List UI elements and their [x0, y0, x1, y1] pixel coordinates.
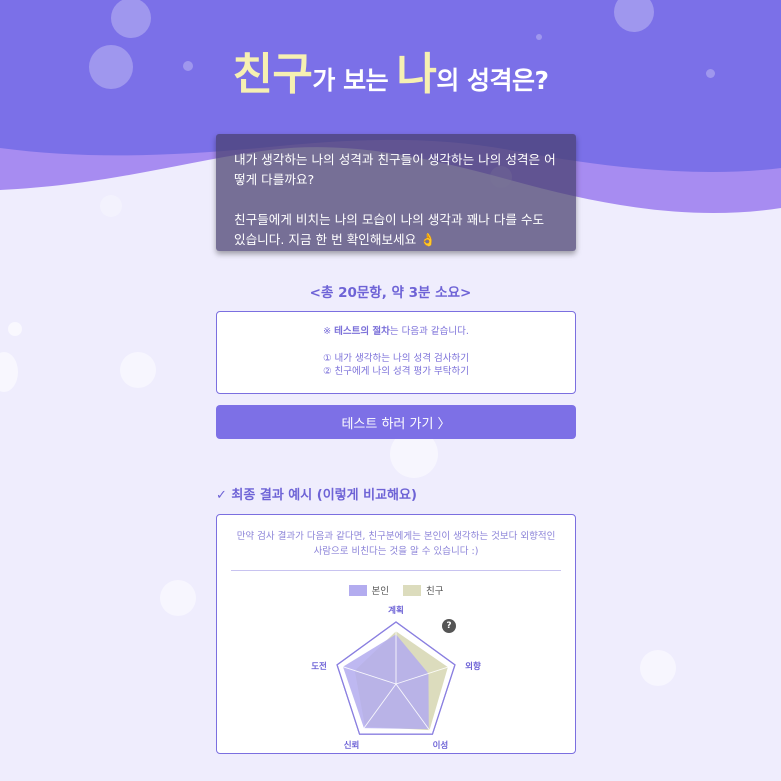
procedure-suffix: 는 다음과 같습니다.: [389, 326, 469, 337]
decor-bubble: [640, 650, 676, 686]
decor-bubble: [8, 322, 22, 336]
legend-item-friend[interactable]: 친구: [403, 583, 443, 597]
radar-axis-label-3: 신뢰: [344, 740, 360, 749]
legend-swatch-friend: [403, 584, 421, 596]
divider: [231, 570, 561, 571]
radar-axis-label-2: 이성: [433, 740, 449, 749]
help-icon[interactable]: ?: [442, 619, 456, 633]
result-heading: ✓ 최종 결과 예시 (이렇게 비교해요): [216, 488, 417, 503]
title-highlight-friend: 친구: [232, 49, 313, 100]
procedure-box: ※ 테스트의 절차는 다음과 같습니다. ① 내가 생각하는 나의 성격 검사하…: [216, 311, 576, 394]
legend-label-friend: 친구: [426, 586, 444, 597]
title-highlight-me: 나: [396, 49, 437, 100]
intro-text-1: 내가 생각하는 나의 성격과 친구들이 생각하는 나의 성격은 어떻게 다를까요…: [234, 152, 556, 187]
procedure-step-2: ② 친구에게 나의 성격 평가 부탁하기: [323, 366, 469, 377]
decor-bubble: [160, 580, 196, 616]
radar-axis-label-4: 도전: [311, 661, 327, 672]
title-text-end: 의 성격은?: [436, 66, 549, 95]
procedure-heading: ※ 테스트의 절차는 다음과 같습니다.: [217, 325, 575, 339]
result-example-box: 만약 검사 결과가 다음과 같다면, 친구분에게는 본인이 생각하는 것보다 외…: [216, 514, 576, 754]
radar-axis-label-1: 외향: [465, 661, 481, 672]
result-description: 만약 검사 결과가 다음과 같다면, 친구분에게는 본인이 생각하는 것보다 외…: [236, 531, 556, 557]
intro-text-2: 친구들에게 비치는 나의 모습이 나의 생각과 꽤나 다를 수도 있습니다. 지…: [234, 212, 545, 247]
legend-item-self[interactable]: 본인: [348, 583, 389, 597]
intro-box: 내가 생각하는 나의 성격과 친구들이 생각하는 나의 성격은 어떻게 다를까요…: [216, 134, 576, 251]
procedure-prefix: ※: [323, 326, 335, 337]
legend-swatch-self: [348, 584, 367, 596]
decor-bubble: [0, 352, 18, 392]
decor-bubble: [100, 195, 122, 217]
legend-label-self: 본인: [371, 586, 389, 597]
title-text: 가 보는: [312, 66, 397, 95]
decor-bubble: [120, 352, 156, 388]
radar-chart: 계획외향이성 신뢰 도전: [311, 605, 481, 749]
page-title: 친구가 보는 나의 성격은?: [0, 38, 781, 102]
procedure-bold: 테스트의 절차: [334, 326, 390, 337]
procedure-step-1: ① 내가 생각하는 나의 성격 검사하기: [323, 352, 469, 364]
chart-legend[interactable]: 본인 친구: [217, 583, 575, 597]
start-test-button[interactable]: 테스트 하러 가기 〉: [216, 405, 576, 439]
question-count: <총 20문항, 약 3분 소요>: [309, 285, 472, 301]
radar-axis-label-0: 계획: [388, 605, 404, 616]
